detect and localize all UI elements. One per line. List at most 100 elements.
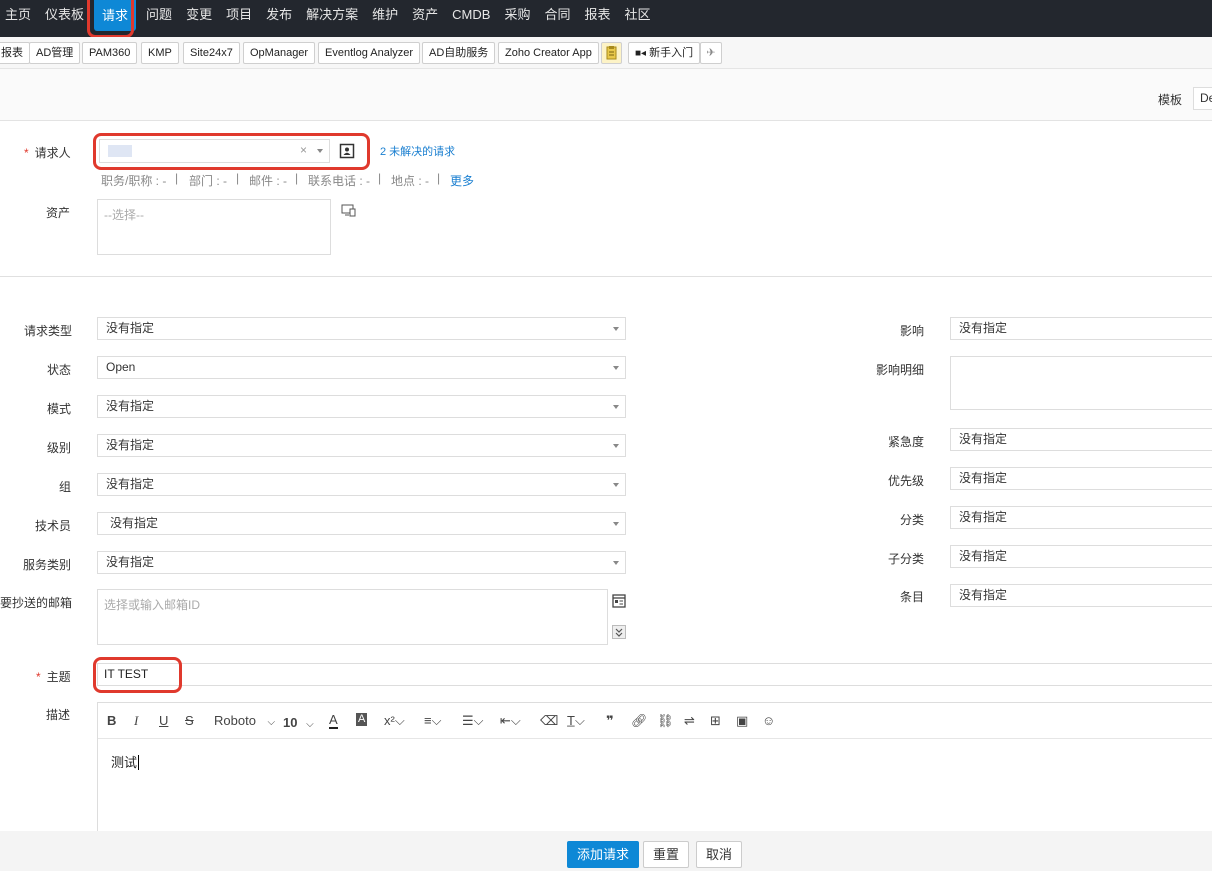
toolbar-eventlog-analyzer[interactable]: Eventlog Analyzer (318, 42, 421, 64)
mode-value: 没有指定 (106, 399, 155, 413)
asset-input[interactable]: --选择-- (97, 199, 331, 255)
editor-content[interactable]: 测试 (98, 739, 1212, 784)
nav-community[interactable]: 社区 (617, 0, 657, 37)
description-editor[interactable]: B I U S Roboto ⌵ 10 ⌵ A A x²⌵ ≡⌵ ☰⌵ ⇤⌵ ⌫… (97, 702, 1212, 832)
table-icon[interactable]: ⊞ (710, 713, 721, 729)
subject-label: * 主题 (36, 670, 71, 684)
toolbar-pam360[interactable]: PAM360 (82, 42, 138, 64)
strikethrough-icon[interactable]: S (185, 713, 194, 728)
address-book-icon[interactable] (612, 594, 626, 611)
nav-projects[interactable]: 项目 (219, 0, 259, 37)
subject-input[interactable]: IT TEST (97, 663, 1212, 686)
font-family-value: Roboto (214, 713, 256, 728)
clipboard-icon[interactable] (601, 42, 622, 64)
asset-monitor-icon[interactable] (341, 204, 356, 220)
image-icon[interactable]: ▣ (736, 713, 748, 729)
clear-icon[interactable]: × (300, 140, 307, 161)
text-direction-icon[interactable]: T̲⌵ (567, 713, 585, 729)
underline-icon[interactable]: U (159, 713, 168, 728)
nav-contracts[interactable]: 合同 (537, 0, 577, 37)
emoji-icon[interactable]: ☺ (762, 713, 775, 728)
rocket-icon[interactable]: ✈ (700, 42, 722, 64)
superscript-icon[interactable]: x²⌵ (384, 713, 405, 729)
chevron-down-icon (613, 444, 619, 448)
requester-job-title: 职务/职称 : - (101, 174, 167, 188)
clear-format-icon[interactable]: ⌫ (540, 713, 558, 729)
category-select[interactable]: 没有指定 (950, 506, 1212, 529)
align-icon[interactable]: ≡⌵ (424, 713, 441, 729)
text-color-icon[interactable]: A (329, 713, 338, 729)
bulleted-list-icon[interactable]: ☰⌵ (462, 713, 484, 729)
quick-toolbar: 报表 AD管理 PAM360 KMP Site24x7 OpManager Ev… (0, 37, 1212, 69)
nav-releases[interactable]: 发布 (259, 0, 299, 37)
nav-solutions[interactable]: 解决方案 (299, 0, 365, 37)
group-select[interactable]: 没有指定 (97, 473, 626, 496)
requester-detail-separator: | (295, 171, 299, 185)
cc-emails-label: 要抄送的邮箱 (0, 596, 73, 610)
requester-more-link[interactable]: 更多 (450, 172, 474, 189)
requester-avatar-placeholder (108, 145, 132, 157)
level-select[interactable]: 没有指定 (97, 434, 626, 457)
link-icon[interactable]: 🔗︎ (631, 713, 648, 729)
nav-home[interactable]: 主页 (0, 0, 38, 37)
highlight-color-icon[interactable]: A (356, 713, 368, 726)
requester-location: 地点 : - (391, 174, 429, 188)
nav-problems[interactable]: 问题 (139, 0, 179, 37)
toolbar-kmp[interactable]: KMP (141, 42, 179, 64)
request-type-label: 请求类型 (24, 324, 73, 338)
cancel-button[interactable]: 取消 (696, 841, 743, 868)
horizontal-line-icon[interactable]: ⇌ (684, 713, 695, 729)
font-size-dropdown[interactable]: 10 ⌵ (283, 715, 314, 730)
add-request-button[interactable]: 添加请求 (567, 841, 640, 868)
font-size-value: 10 (283, 715, 298, 730)
requester-input[interactable]: × (99, 139, 330, 163)
toolbar-reports[interactable]: 报表 (0, 42, 30, 64)
status-select[interactable]: Open (97, 356, 626, 379)
nav-requests[interactable]: 请求 (94, 0, 137, 31)
toolbar-site24x7[interactable]: Site24x7 (183, 42, 240, 64)
mode-select[interactable]: 没有指定 (97, 395, 626, 418)
unlink-icon[interactable]: ⛓︎ (657, 713, 674, 729)
toolbar-opmanager[interactable]: OpManager (243, 42, 316, 64)
request-type-select[interactable]: 没有指定 (97, 317, 626, 340)
subject-label-text: 主题 (46, 670, 71, 684)
unresolved-requests-link[interactable]: 2 未解决的请求 (380, 143, 455, 159)
nav-assets[interactable]: 资产 (405, 0, 445, 37)
item-label: 条目 (900, 590, 925, 604)
template-select[interactable]: De (1193, 87, 1212, 110)
indent-icon[interactable]: ⇤⌵ (500, 713, 521, 729)
service-category-select[interactable]: 没有指定 (97, 551, 626, 574)
toolbar-ad-manager[interactable]: AD管理 (29, 42, 81, 64)
toolbar-new-user-guide[interactable]: ■◂ 新手入门 (628, 42, 701, 64)
nav-reports[interactable]: 报表 (577, 0, 617, 37)
nav-purchase[interactable]: 采购 (497, 0, 537, 37)
nav-cmdb[interactable]: CMDB (445, 0, 497, 37)
bold-icon[interactable]: B (107, 713, 116, 728)
toolbar-zoho-creator[interactable]: Zoho Creator App (498, 42, 599, 64)
expand-down-icon[interactable] (612, 625, 626, 642)
requester-contact-card-icon[interactable] (339, 143, 355, 162)
nav-dashboard[interactable]: 仪表板 (38, 0, 91, 37)
cc-emails-input[interactable]: 选择或输入邮箱ID (97, 589, 608, 645)
priority-select[interactable]: 没有指定 (950, 467, 1212, 490)
nav-maintenance[interactable]: 维护 (365, 0, 405, 37)
font-family-dropdown[interactable]: Roboto ⌵ (214, 713, 275, 728)
technician-label: 技术员 (35, 519, 72, 533)
reset-button[interactable]: 重置 (643, 841, 690, 868)
requester-detail-separator: | (437, 171, 441, 185)
chevron-down-icon[interactable] (317, 149, 323, 153)
requester-detail-separator: | (175, 171, 179, 185)
italic-icon[interactable]: I (134, 713, 138, 729)
urgency-select[interactable]: 没有指定 (950, 428, 1212, 451)
group-label: 组 (59, 480, 72, 494)
quote-icon[interactable]: ❞ (606, 713, 614, 729)
item-select[interactable]: 没有指定 (950, 584, 1212, 607)
subcategory-select[interactable]: 没有指定 (950, 545, 1212, 568)
priority-label: 优先级 (888, 474, 925, 488)
editor-toolbar: B I U S Roboto ⌵ 10 ⌵ A A x²⌵ ≡⌵ ☰⌵ ⇤⌵ ⌫… (98, 703, 1212, 739)
impact-select[interactable]: 没有指定 (950, 317, 1212, 340)
toolbar-ad-self-service[interactable]: AD自助服务 (422, 42, 496, 64)
nav-changes[interactable]: 变更 (179, 0, 219, 37)
impact-detail-input[interactable] (950, 356, 1212, 410)
technician-select[interactable]: 没有指定 (97, 512, 626, 535)
